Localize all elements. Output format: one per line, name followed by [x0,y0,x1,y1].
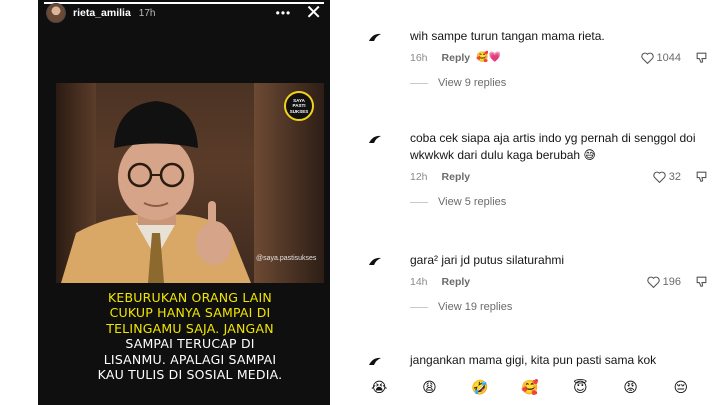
view-replies-button[interactable]: View 9 replies [410,77,708,89]
commenter-avatar-icon[interactable] [368,32,382,42]
quote-line: CUKUP HANYA SAMPAI DI [109,305,271,321]
story-username[interactable]: rieta_amilia [73,7,131,19]
brand-badge: SAYA PASTI SUKSES [284,91,314,121]
reply-button[interactable]: Reply [442,171,471,183]
like-button[interactable]: 196 [646,275,681,288]
comment-text: wih sampe turun tangan mama rieta. [410,29,605,43]
comment-time: 16h [410,51,428,64]
comment-text: jangankan mama gigi, kita pun pasti sama… [410,353,657,367]
heart-icon [653,171,666,183]
reaction-emoji: 🥰💗 [476,52,502,63]
divider-line [410,82,428,84]
crying-emoji-icon[interactable]: 😭 [368,376,390,398]
like-button[interactable]: 32 [653,171,681,183]
comment-item: jangankan mama gigi, kita pun pasti sama… [368,352,708,369]
story-time: 17h [138,7,156,19]
quote-line: KEBURUKAN ORANG LAIN [108,290,272,305]
quote-line: LISANMU. APALAGI SAMPAI [103,351,277,367]
dislike-icon[interactable] [695,51,708,64]
angry-emoji-icon[interactable]: 😡 [620,376,642,398]
like-count: 32 [668,170,681,183]
quote-line: KAU TULIS DI SOSIAL MEDIA. [97,367,283,383]
comment-item: coba cek siapa aja artis indo yg pernah … [368,130,708,208]
emoji-reaction-bar: 😭 😩 🤣 🥰 😇 😡 😔 [340,369,720,405]
like-count: 196 [662,275,681,288]
story-photo: SAYA PASTI SUKSES @saya.pastisukses [56,83,324,283]
commenter-avatar-icon[interactable] [368,256,382,266]
watermark-text: @saya.pastisukses [256,255,317,262]
dislike-icon[interactable] [695,170,708,183]
halo-emoji-icon[interactable]: 😇 [569,376,591,398]
comment-text: gara² jari jd putus silaturahmi [410,253,565,267]
story-header: rieta_amilia 17h ••• ✕ [46,2,322,24]
heart-icon [646,276,660,288]
reply-button[interactable]: Reply [442,276,471,288]
story-viewer[interactable]: rieta_amilia 17h ••• ✕ SAYA PASTI SUKSES… [38,0,330,405]
quote-line: SAMPAI TERUCAP DI [125,336,255,352]
rofl-emoji-icon[interactable]: 🤣 [469,376,491,398]
comment-time: 12h [410,170,428,183]
like-button[interactable]: 1044 [640,51,681,64]
view-replies-label: View 5 replies [438,196,507,208]
comment-text: coba cek siapa aja artis indo yg pernah … [410,131,696,162]
heart-icon [640,52,654,64]
view-replies-button[interactable]: View 19 replies [410,301,708,313]
close-icon[interactable]: ✕ [305,3,322,23]
comments-panel[interactable]: wih sampe turun tangan mama rieta. 16h R… [340,0,720,405]
hearts-emoji-icon[interactable]: 🥰 [519,376,541,398]
divider-line [410,201,428,203]
avatar[interactable] [46,3,66,23]
quote-line: TELINGAMU SAJA. JANGAN [106,320,274,336]
commenter-avatar-icon[interactable] [368,134,382,144]
view-replies-label: View 9 replies [438,77,507,89]
view-replies-label: View 19 replies [438,301,513,313]
commenter-avatar-icon[interactable] [368,356,382,366]
weary-emoji-icon[interactable]: 😩 [418,376,440,398]
comment-time: 14h [410,275,428,288]
divider-line [410,306,428,308]
quote-text: KEBURUKAN ORANG LAIN CUKUP HANYA SAMPAI … [58,290,322,382]
reply-button[interactable]: Reply [442,52,471,64]
comment-item: wih sampe turun tangan mama rieta. 16h R… [368,28,708,89]
comment-item: gara² jari jd putus silaturahmi 14h Repl… [368,252,708,313]
portrait-illustration [61,101,251,283]
view-replies-button[interactable]: View 5 replies [410,196,708,208]
more-options-icon[interactable]: ••• [276,6,292,20]
pensive-emoji-icon[interactable]: 😔 [670,376,692,398]
dislike-icon[interactable] [695,275,708,288]
like-count: 1044 [656,51,681,64]
